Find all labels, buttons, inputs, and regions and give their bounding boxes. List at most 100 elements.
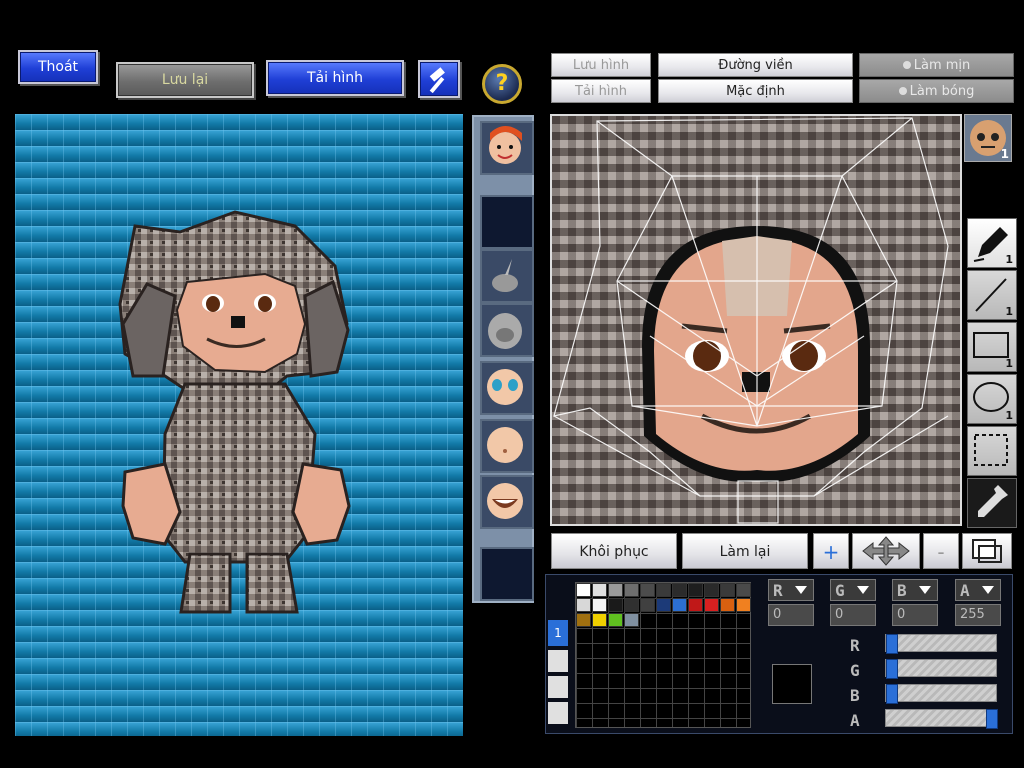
alpha-slider-knob[interactable]	[986, 709, 998, 729]
palette-color-cell[interactable]	[624, 583, 639, 597]
red-slider-knob[interactable]	[886, 634, 898, 654]
color-palette-grid[interactable]	[575, 582, 751, 728]
ellipse-tool-button[interactable]: 1	[967, 374, 1017, 424]
red-slider[interactable]	[885, 634, 997, 654]
blue-value-field[interactable]: 0	[892, 604, 938, 626]
b-letter-icon: B	[850, 686, 860, 705]
palette-color-cell[interactable]	[640, 598, 655, 612]
palette-color-cell[interactable]	[672, 598, 687, 612]
palette-color-cell[interactable]	[608, 583, 623, 597]
palette-color-cell[interactable]	[592, 613, 607, 627]
texture-edit-canvas[interactable]	[550, 114, 962, 526]
save-button[interactable]: Lưu lại	[116, 62, 254, 98]
green-value-field[interactable]: 0	[830, 604, 876, 626]
select-tool-button[interactable]	[967, 426, 1017, 476]
palette-tab[interactable]	[548, 676, 568, 698]
green-slider[interactable]	[885, 659, 997, 679]
texture-part-thumbnail[interactable]: 1	[964, 114, 1012, 162]
palette-color-cell[interactable]	[592, 583, 607, 597]
palette-color-cell[interactable]	[656, 598, 671, 612]
palette-tab-active[interactable]: 1	[548, 620, 568, 646]
a-letter-icon: A	[960, 581, 994, 600]
hammer-button[interactable]	[418, 60, 460, 98]
shade-toggle[interactable]: Làm bóng	[859, 79, 1014, 103]
green-channel-header[interactable]: G	[830, 579, 876, 601]
alpha-slider[interactable]	[885, 709, 998, 729]
palette-color-cell[interactable]	[576, 583, 591, 597]
character-preview-canvas[interactable]	[15, 114, 463, 736]
eyes-part-icon	[487, 369, 523, 405]
radio-icon	[898, 87, 907, 95]
palette-color-cell[interactable]	[640, 583, 655, 597]
palette-color-cell[interactable]	[608, 613, 623, 627]
part-slot-mouth[interactable]	[480, 475, 534, 529]
restore-button[interactable]: Khôi phục	[551, 533, 677, 569]
smooth-toggle[interactable]: Làm mịn	[859, 53, 1014, 77]
default-button[interactable]: Mặc định	[658, 79, 853, 103]
layer-button[interactable]	[962, 533, 1012, 569]
palette-color-cell[interactable]	[624, 598, 639, 612]
palette-color-cell[interactable]	[576, 598, 591, 612]
b-letter-icon: B	[897, 581, 931, 600]
load-texture-button[interactable]: Tải hình	[551, 79, 651, 103]
part-slot-head[interactable]	[480, 303, 534, 357]
palette-color-cell[interactable]	[656, 583, 671, 597]
palette-color-cell[interactable]	[720, 583, 735, 597]
palette-color-cell[interactable]	[704, 598, 719, 612]
tool-count: 1	[1005, 357, 1013, 370]
svg-text:G: G	[835, 581, 845, 600]
hammer-icon	[429, 67, 445, 94]
palette-color-cell[interactable]	[688, 583, 703, 597]
palette-color-cell[interactable]	[688, 598, 703, 612]
palette-color-cell[interactable]	[720, 598, 735, 612]
save-image-button[interactable]: Lưu hình	[551, 53, 651, 77]
help-icon: ?	[495, 71, 509, 96]
tool-count: 1	[1005, 253, 1013, 266]
green-slider-knob[interactable]	[886, 659, 898, 679]
red-channel-header[interactable]: R	[768, 579, 814, 601]
palette-tab[interactable]	[548, 702, 568, 724]
part-slot-empty[interactable]	[480, 195, 534, 249]
palette-color-cell[interactable]	[576, 613, 591, 627]
current-color-swatch	[772, 664, 812, 704]
blue-channel-header[interactable]: B	[892, 579, 938, 601]
help-button[interactable]: ?	[482, 64, 522, 104]
part-slot-eyes[interactable]	[480, 361, 534, 415]
red-value-field[interactable]: 0	[768, 604, 814, 626]
palette-color-cell[interactable]	[704, 583, 719, 597]
zoom-out-button[interactable]: -	[923, 533, 959, 569]
palette-color-cell[interactable]	[672, 583, 687, 597]
move-arrows-icon	[862, 536, 910, 566]
outline-button[interactable]: Đường viền	[658, 53, 853, 77]
pen-tool-button[interactable]: 1	[967, 218, 1017, 268]
r-letter-icon: R	[773, 581, 807, 600]
alpha-channel-header[interactable]: A	[955, 579, 1001, 601]
svg-text:A: A	[850, 711, 860, 729]
rectangle-tool-button[interactable]: 1	[967, 322, 1017, 372]
alpha-value-field[interactable]: 255	[955, 604, 1001, 626]
part-slot-face[interactable]	[480, 121, 534, 175]
head-part-icon	[488, 313, 522, 349]
palette-color-cell[interactable]	[608, 598, 623, 612]
svg-text:R: R	[850, 636, 860, 654]
exit-button[interactable]: Thoát	[18, 50, 98, 84]
palette-color-cell[interactable]	[736, 583, 751, 597]
layers-icon	[972, 539, 1002, 563]
line-tool-button[interactable]: 1	[967, 270, 1017, 320]
load-image-button[interactable]: Tải hình	[266, 60, 404, 96]
move-button[interactable]	[852, 533, 920, 569]
palette-color-cell[interactable]	[736, 598, 751, 612]
part-slot-empty[interactable]	[480, 547, 534, 601]
palette-tab[interactable]	[548, 650, 568, 672]
part-slot-body[interactable]	[480, 419, 534, 473]
redo-button[interactable]: Làm lại	[682, 533, 808, 569]
texture-uv-image	[553, 117, 949, 524]
part-slot-hair[interactable]	[480, 249, 534, 303]
eyedropper-tool-button[interactable]	[967, 478, 1017, 528]
svg-text:B: B	[850, 686, 860, 704]
palette-color-cell[interactable]	[624, 613, 639, 627]
zoom-in-button[interactable]: +	[813, 533, 849, 569]
palette-color-cell[interactable]	[592, 598, 607, 612]
blue-slider[interactable]	[885, 684, 997, 704]
blue-slider-knob[interactable]	[886, 684, 898, 704]
